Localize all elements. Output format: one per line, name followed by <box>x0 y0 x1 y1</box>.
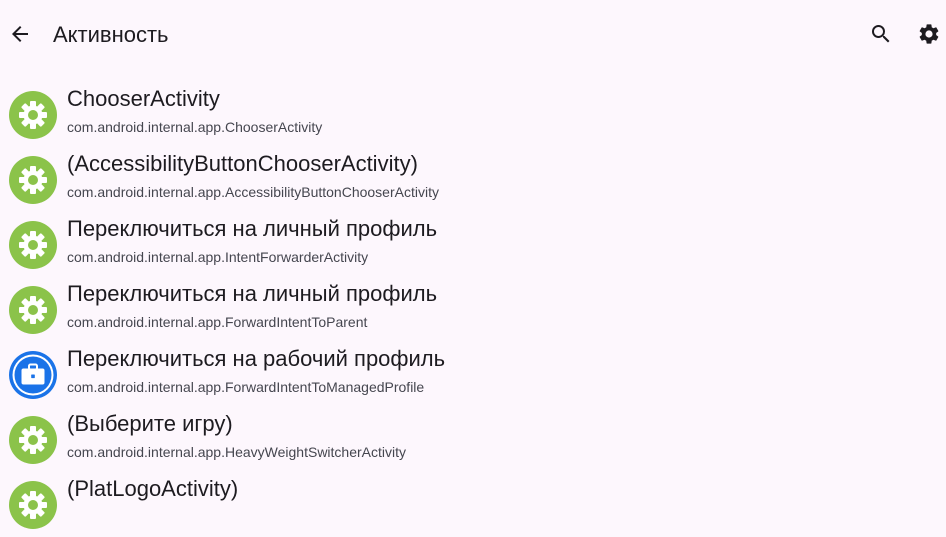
settings-button[interactable] <box>915 20 943 48</box>
android-gear-icon <box>9 481 57 529</box>
activity-label: Переключиться на рабочий профиль <box>67 346 446 371</box>
activity-row[interactable]: (Выберите игру) com.android.internal.app.… <box>0 407 946 472</box>
activity-class-name: com.android.internal.app.ForwardIntentTo… <box>67 379 425 395</box>
activity-row[interactable]: Переключиться на рабочий профиль com.andr… <box>0 342 946 407</box>
briefcase-icon <box>9 351 57 399</box>
android-gear-icon <box>9 221 57 269</box>
activity-class-name: com.android.internal.app.IntentForwarder… <box>67 249 369 265</box>
activity-class-name: com.android.internal.app.ChooserActivity <box>67 119 323 135</box>
activity-label: ChooserActivity <box>67 86 220 111</box>
activity-row[interactable]: Переключиться на личный профиль com.andro… <box>0 277 946 342</box>
activity-class-name: com.android.internal.app.ForwardIntentTo… <box>67 314 368 330</box>
activity-list: ChooserActivity com.android.internal.app.… <box>0 82 946 537</box>
activity-class-name: com.android.internal.app.AccessibilityBu… <box>67 184 439 200</box>
arrow-back-icon <box>12 26 28 42</box>
activity-label: (AccessibilityButtonChooserActivity) <box>67 151 418 176</box>
top-app-bar: Активность <box>0 0 946 70</box>
activity-row[interactable]: Переключиться на личный профиль com.andro… <box>0 212 946 277</box>
page-title: Активность <box>53 22 169 47</box>
android-gear-icon <box>9 286 57 334</box>
gear-icon <box>919 24 939 44</box>
android-gear-icon <box>9 91 57 139</box>
activity-class-name: com.android.internal.app.HeavyWeightSwit… <box>67 444 407 460</box>
activity-label: (Выберите игру) <box>67 411 233 436</box>
activity-label: (PlatLogoActivity) <box>67 476 239 501</box>
activity-row[interactable]: ChooserActivity com.android.internal.app.… <box>0 82 946 147</box>
activity-label: Переключиться на личный профиль <box>67 216 438 241</box>
activity-row[interactable]: (PlatLogoActivity) <box>0 472 946 537</box>
activity-row[interactable]: (AccessibilityButtonChooserActivity) com.… <box>0 147 946 212</box>
search-button[interactable] <box>867 20 895 48</box>
android-gear-icon <box>9 416 57 464</box>
search-icon <box>872 25 890 43</box>
android-gear-icon <box>9 156 57 204</box>
back-button[interactable] <box>6 20 34 48</box>
activity-label: Переключиться на личный профиль <box>67 281 438 306</box>
